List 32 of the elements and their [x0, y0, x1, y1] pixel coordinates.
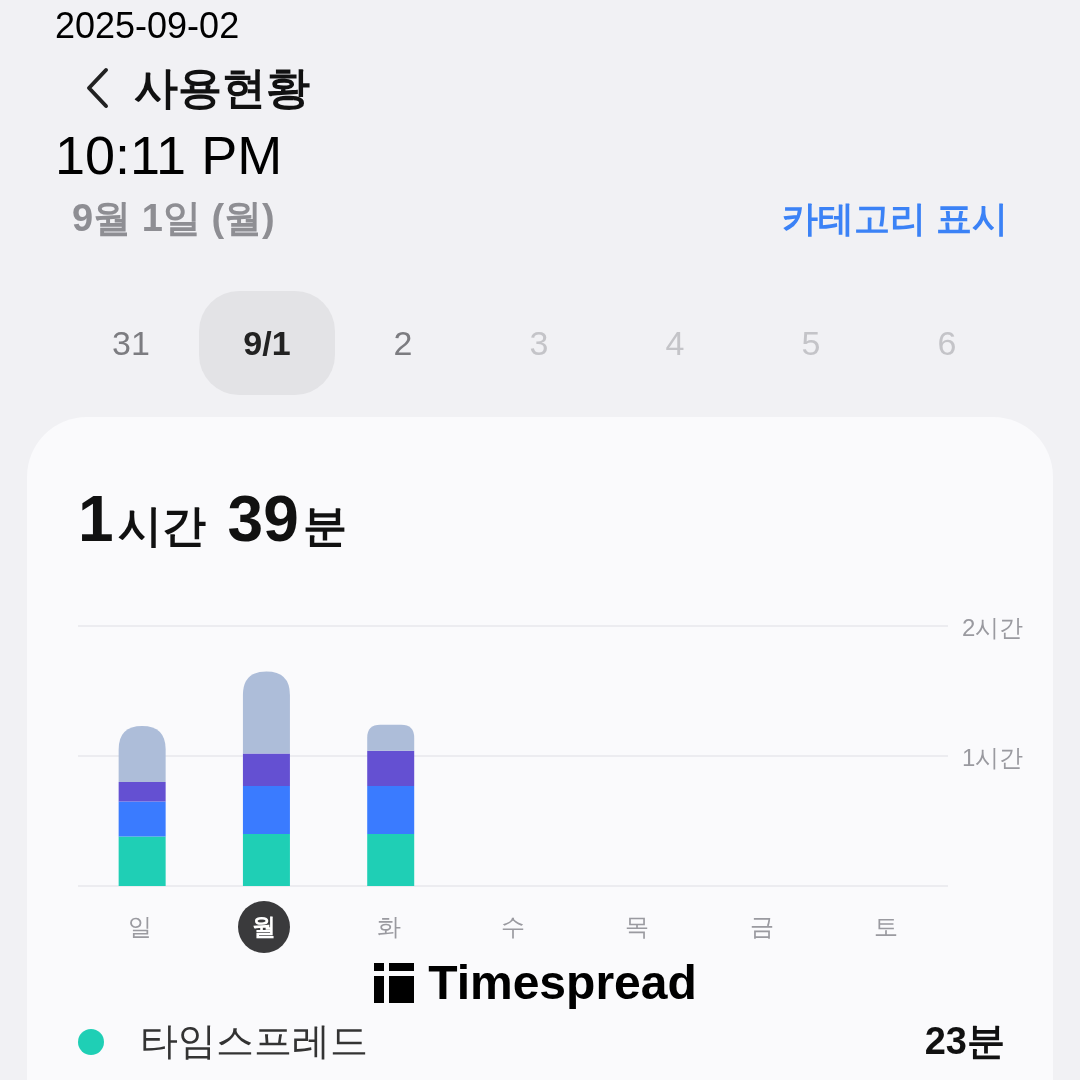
back-icon[interactable]: [84, 66, 110, 110]
timestamp-time: 10:11 PM: [55, 128, 283, 182]
day-label[interactable]: 토: [873, 901, 898, 953]
date-chip[interactable]: 9/1: [199, 291, 335, 395]
day-label[interactable]: 일: [128, 901, 153, 953]
day-label[interactable]: 수: [501, 901, 525, 953]
bar-segment: [242, 834, 290, 886]
app-usage-time: 23분: [924, 1019, 1005, 1064]
brand-name: Timespread: [428, 959, 697, 1007]
total-hours: 1: [78, 487, 114, 551]
total-minutes: 39: [227, 487, 299, 551]
category-toggle[interactable]: 카테고리 표시: [782, 191, 1008, 246]
day-label[interactable]: 월: [238, 901, 291, 953]
axis-label: 1시간: [962, 743, 1024, 773]
bar-segment: [367, 834, 415, 886]
page-title: 사용현황: [134, 62, 310, 114]
bar-segment: [367, 724, 415, 751]
day-label[interactable]: 목: [625, 901, 650, 953]
timestamp-date: 2025-09-02: [55, 8, 240, 44]
bar-segment: [118, 836, 166, 886]
date-chip[interactable]: 2: [335, 291, 471, 395]
hours-unit: 시간: [117, 500, 206, 552]
app-name: 타임스프레드: [140, 1019, 369, 1064]
axis-label: 2시간: [962, 613, 1024, 643]
day-label[interactable]: 금: [749, 901, 774, 953]
date-chip[interactable]: 31: [63, 291, 199, 395]
bar-segment: [367, 785, 415, 834]
logo-icon: [374, 963, 415, 1003]
minutes-unit: 분: [302, 500, 347, 552]
bar-segment: [367, 750, 415, 786]
date-label: 9월 1일 (월): [72, 196, 275, 241]
day-label[interactable]: 화: [376, 901, 401, 953]
